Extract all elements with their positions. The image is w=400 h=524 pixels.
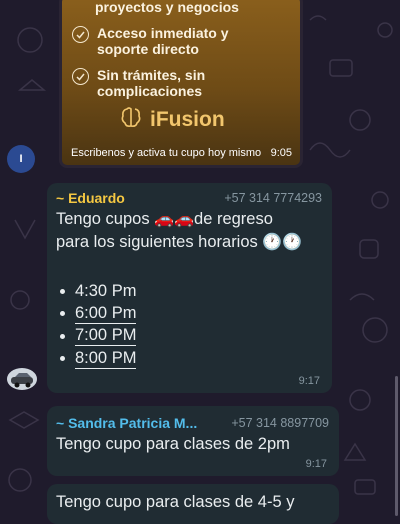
- sender-phone: +57 314 7774293: [224, 191, 322, 205]
- message-text: Tengo cupo para clases de 2pm: [56, 435, 290, 453]
- message-bubble-eduardo[interactable]: ~ Eduardo +57 314 7774293 Tengo cupos 🚗🚗…: [47, 183, 332, 393]
- check-circle-icon: [72, 26, 89, 43]
- sender-name[interactable]: ~ Eduardo: [56, 190, 125, 206]
- list-item: 4:30 Pm: [56, 280, 136, 303]
- message-time: 9:17: [298, 375, 320, 387]
- scrollbar[interactable]: [395, 376, 398, 516]
- promo-item-text: Acceso inmediato y soporte directo: [97, 25, 229, 57]
- promo-image-message[interactable]: proyectos y negocios Acceso inmediato y …: [59, 0, 303, 168]
- brain-icon: [120, 105, 144, 134]
- promo-item-text: Sin trámites, sin complicaciones: [97, 67, 206, 99]
- message-text: Tengo cupos 🚗🚗de regreso para los siguie…: [56, 210, 303, 251]
- message-text: Tengo cupo para clases de 4-5 y: [56, 493, 295, 511]
- message-bubble-sandra[interactable]: ~ Sandra Patricia M... +57 314 8897709 T…: [47, 406, 339, 476]
- list-item: 8:00 PM: [56, 348, 137, 371]
- message-bubble[interactable]: Tengo cupo para clases de 4-5 y: [47, 484, 339, 524]
- message-time: 9:17: [305, 458, 327, 470]
- list-item: 6:00 Pm: [56, 303, 137, 326]
- car-emoji-icon: 🚗🚗: [154, 211, 195, 228]
- promo-caption: Escribenos y activa tu cupo hoy mismo: [71, 147, 262, 159]
- check-circle-icon: [72, 68, 89, 85]
- clock-emoji-icon: 🕐🕐: [262, 234, 303, 251]
- promo-item-text: proyectos y negocios: [95, 0, 239, 15]
- list-item: 7:00 PM: [56, 325, 137, 348]
- promo-item: proyectos y negocios: [72, 0, 275, 15]
- schedule-list: 4:30 Pm 6:00 Pm 7:00 PM 8:00 PM: [56, 280, 137, 371]
- sender-name[interactable]: ~ Sandra Patricia M...: [56, 415, 197, 431]
- avatar[interactable]: I: [7, 145, 35, 173]
- promo-item: Acceso inmediato y soporte directo: [72, 25, 277, 57]
- avatar[interactable]: [7, 368, 37, 390]
- message-time: 9:05: [270, 147, 292, 159]
- sender-phone: +57 314 8897709: [231, 416, 329, 430]
- brand-name: iFusion: [150, 107, 225, 131]
- promo-item: Sin trámites, sin complicaciones: [72, 67, 277, 99]
- brand-logo: iFusion: [120, 105, 225, 134]
